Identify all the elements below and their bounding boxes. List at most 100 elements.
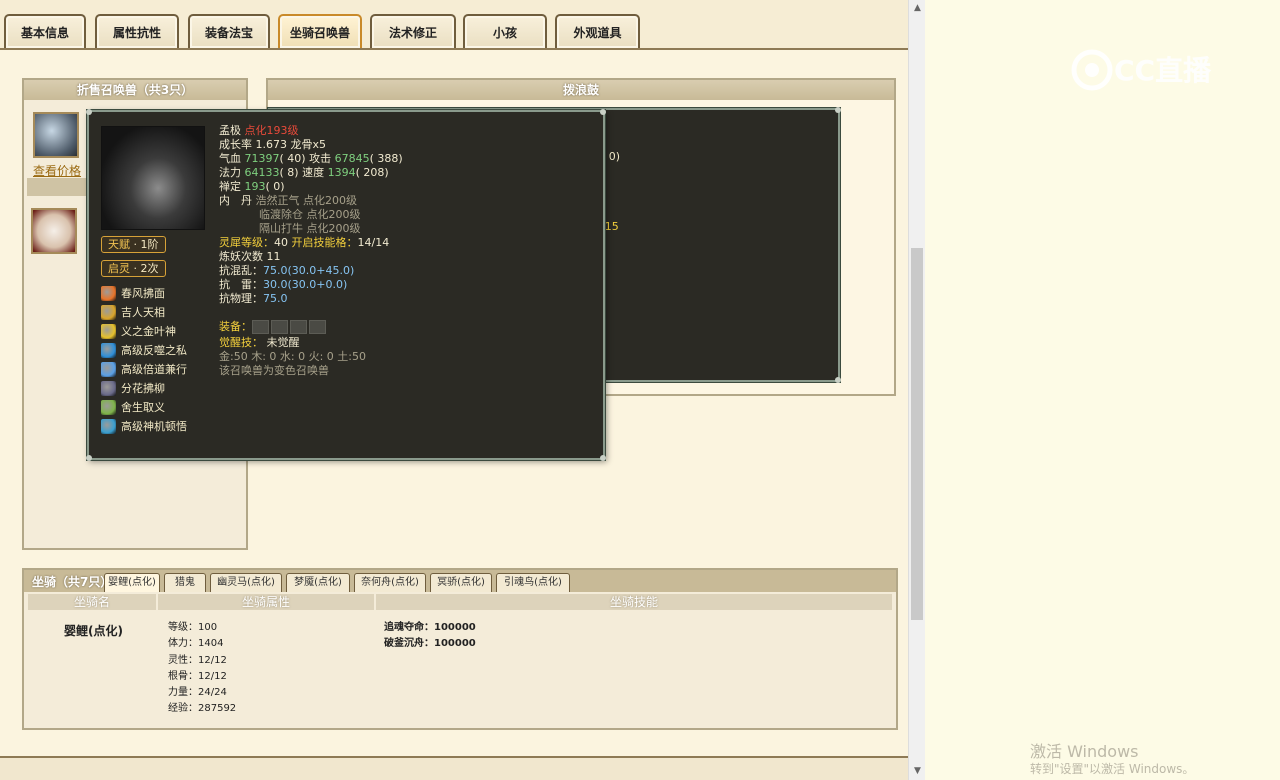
hp-extra: ( 40) <box>279 152 306 165</box>
gold-leaf-icon <box>101 323 116 339</box>
mount-attr: 等级：100 <box>168 622 218 633</box>
mount-skill: 破釜沉舟：100000 <box>384 638 476 650</box>
tab-attributes[interactable]: 属性抗性 <box>95 14 179 48</box>
tab-basic-info[interactable]: 基本信息 <box>4 14 86 48</box>
lingxi-value: 40 <box>274 236 288 249</box>
tab-equipment[interactable]: 装备法宝 <box>188 14 270 48</box>
ding-extra: ( 0) <box>265 180 285 193</box>
tooltip-corner <box>600 455 606 461</box>
hp-label: 气血 <box>219 152 241 165</box>
mount-tab-7[interactable]: 引魂鸟(点化) <box>496 573 570 592</box>
mount-tab-6[interactable]: 冥骄(点化) <box>430 573 492 592</box>
fire-icon <box>101 285 116 301</box>
view-price-link[interactable]: 查看价格 <box>33 162 81 179</box>
mount-attr: 灵性：12/12 <box>168 654 227 666</box>
vertical-scrollbar[interactable]: ▲ ▼ <box>908 0 925 780</box>
spd-value: 1394 <box>327 166 356 179</box>
tab-appearance[interactable]: 外观道具 <box>555 14 640 48</box>
pet-skill-item: 高级倍道兼行 <box>101 360 187 378</box>
res-wuli-label: 抗物理： <box>219 292 263 305</box>
ding-label: 禅定 <box>219 180 241 193</box>
pet-skill-item: 分花拂柳 <box>101 379 165 397</box>
lianyao-count: 炼妖次数 11 <box>219 250 281 263</box>
tab-child[interactable]: 小孩 <box>463 14 547 48</box>
mount-panel-title: 坐骑（共7只） <box>32 575 113 589</box>
skillcap-label: 开启技能格： <box>291 236 358 249</box>
res-wuli-value: 75.0 <box>263 292 288 305</box>
lucky-icon <box>101 304 116 320</box>
mount-skills: 追魂夺命：100000 破釜沉舟：100000 <box>384 620 476 653</box>
pet-skill-item: 吉人天相 <box>101 303 165 321</box>
atk-extra: ( 388) <box>369 152 403 165</box>
badge-label: 天赋 <box>108 238 130 251</box>
equip-slot-4[interactable] <box>309 320 326 334</box>
tab-spell-correction[interactable]: 法术修正 <box>370 14 456 48</box>
equip-slot-3[interactable] <box>290 320 307 334</box>
awaken-label: 觉醒技： <box>219 336 263 349</box>
windows-activation-title: 激活 Windows <box>1030 742 1139 761</box>
scroll-up-arrow-icon[interactable]: ▲ <box>909 0 926 17</box>
mount-attr: 力量：24/24 <box>168 687 227 699</box>
neidan-3: 隔山打牛 点化200级 <box>259 222 361 235</box>
bottom-bar <box>0 756 910 780</box>
atk-value: 67845 <box>334 152 370 165</box>
pet-skill-name: 高级神机顿悟 <box>121 420 187 433</box>
mp-value: 64133 <box>244 166 280 179</box>
equip-slot-2[interactable] <box>271 320 288 334</box>
res-hunluan-value: 75.0(30.0+45.0) <box>263 264 355 277</box>
insight-icon <box>101 418 116 434</box>
tooltip-corner <box>86 455 92 461</box>
app-window: 基本信息 属性抗性 装备法宝 坐骑召唤兽 法术修正 小孩 外观道具 折售召唤兽（… <box>0 0 910 780</box>
pet-skill-name: 舍生取义 <box>121 401 165 414</box>
pet-thumbnail-2[interactable] <box>31 208 77 254</box>
mount-attrs: 等级：100 体力：1404 灵性：12/12 根骨：12/12 力量：24/2… <box>168 620 236 718</box>
equip-slot-1[interactable] <box>252 320 269 334</box>
scroll-thumb[interactable] <box>911 248 923 620</box>
tooltip-corner <box>600 109 606 115</box>
spd-extra: ( 208) <box>355 166 389 179</box>
mount-attr: 体力：1404 <box>168 638 224 650</box>
pet-thumbnail-1[interactable] <box>33 112 79 158</box>
mount-attr: 根骨：12/12 <box>168 670 227 682</box>
sacrifice-icon <box>101 399 116 415</box>
ding-value: 193 <box>244 180 266 193</box>
badge-value: 1阶 <box>140 238 159 251</box>
mount-attr: 经验：287592 <box>168 703 237 715</box>
neidan-label: 内 丹 <box>219 194 252 207</box>
flower-icon <box>101 380 116 396</box>
pet-skill-name: 高级反噬之私 <box>121 344 187 357</box>
mount-name: 婴鲤(点化) <box>64 624 123 638</box>
column-mount-skills: 坐骑技能 <box>376 594 892 610</box>
awaken-badge: 启灵 · 2次 <box>101 260 166 277</box>
speed-icon <box>101 361 116 377</box>
mount-tab-5[interactable]: 奈何舟(点化) <box>354 573 426 592</box>
windows-activation-subtitle: 转到"设置"以激活 Windows。 <box>1030 762 1195 776</box>
equip-label: 装备： <box>219 320 252 333</box>
detail-panel-title: 拨浪鼓 <box>268 80 894 100</box>
reverse-icon <box>101 342 116 358</box>
mount-tab-3[interactable]: 幽灵马(点化) <box>210 573 282 592</box>
tooltip-corner <box>86 109 92 115</box>
pet-skill-name: 春风拂面 <box>121 287 165 300</box>
badge-label: 启灵 <box>108 262 130 275</box>
mp-label: 法力 <box>219 166 241 179</box>
pet-skill-item: 高级神机顿悟 <box>101 417 187 435</box>
logo-text: CC直播 <box>1114 54 1212 87</box>
mount-tab-1[interactable]: 婴鲤(点化) <box>104 573 160 592</box>
tab-mount-pet[interactable]: 坐骑召唤兽 <box>278 14 362 48</box>
mount-panel: 坐骑（共7只） 婴鲤(点化) 猎鬼 幽灵马(点化) 梦魇(点化) 奈何舟(点化)… <box>22 568 898 730</box>
tab-bar: 基本信息 属性抗性 装备法宝 坐骑召唤兽 法术修正 小孩 外观道具 <box>0 0 910 50</box>
mount-tab-4[interactable]: 梦魇(点化) <box>286 573 350 592</box>
column-mount-name: 坐骑名 <box>28 594 156 610</box>
hp-value: 71397 <box>244 152 280 165</box>
pet-skill-name: 分花拂柳 <box>121 382 165 395</box>
tooltip-corner <box>835 107 841 113</box>
mount-panel-header: 坐骑（共7只） 婴鲤(点化) 猎鬼 幽灵马(点化) 梦魇(点化) 奈何舟(点化)… <box>24 570 896 592</box>
badge-value: 2次 <box>140 262 159 275</box>
cc-logo-icon: CC直播 <box>1071 49 1212 91</box>
spd-label: 速度 <box>302 166 325 179</box>
mount-tab-2[interactable]: 猎鬼 <box>164 573 206 592</box>
mp-extra: ( 8) <box>279 166 299 179</box>
scroll-down-arrow-icon[interactable]: ▼ <box>909 763 926 780</box>
res-lei-label: 抗 雷： <box>219 278 263 291</box>
